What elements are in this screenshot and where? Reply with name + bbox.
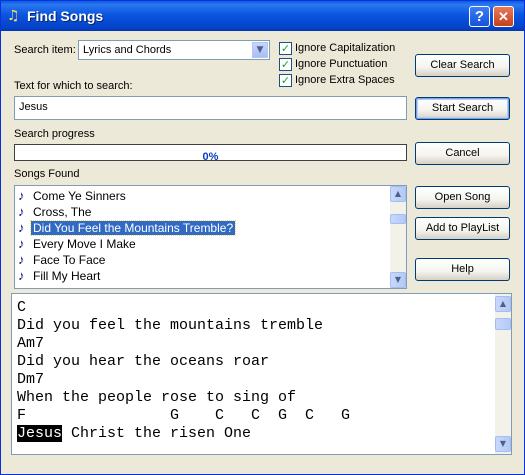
music-note-icon: ♪ <box>18 252 25 267</box>
song-title: Cross, The <box>33 205 92 219</box>
scroll-up-arrow-icon[interactable]: ▲ <box>495 296 511 312</box>
scroll-down-arrow-icon[interactable]: ▼ <box>495 436 511 452</box>
lyric-line: Dm7 <box>17 371 45 388</box>
music-note-icon: ♪ <box>18 188 25 203</box>
chevron-down-icon[interactable]: ▼ <box>252 42 268 58</box>
scroll-thumb[interactable] <box>495 318 511 330</box>
lyric-line: Did you hear the oceans roar <box>17 353 270 370</box>
help-button[interactable]: Help <box>415 258 510 281</box>
search-match-highlight: Jesus <box>17 425 63 442</box>
lyric-line: C <box>17 299 27 316</box>
add-to-playlist-button[interactable]: Add to PlayList <box>415 217 510 240</box>
help-title-button[interactable]: ? <box>469 6 490 27</box>
songs-list-scrollbar[interactable]: ▲ ▼ <box>390 186 406 288</box>
scroll-up-arrow-icon[interactable]: ▲ <box>390 186 406 202</box>
list-item[interactable]: ♪ Come Ye Sinners <box>18 188 388 204</box>
music-note-icon: ♪ <box>18 220 25 235</box>
music-note-icon: ♪ <box>18 236 25 251</box>
list-item-selected[interactable]: ♪ Did You Feel the Mountains Tremble? <box>18 220 388 236</box>
search-text-input[interactable]: Jesus <box>14 96 407 120</box>
title-bar: ♫ Find Songs ? ✕ <box>1 1 524 31</box>
scroll-thumb[interactable] <box>390 214 406 224</box>
song-title: Did You Feel the Mountains Tremble? <box>29 220 237 236</box>
search-text-label: Text for which to search: <box>14 80 133 92</box>
list-item[interactable]: ♪ Every Move I Make <box>18 236 388 252</box>
search-text-value: Jesus <box>19 101 48 113</box>
list-item[interactable]: ♪ Face To Face <box>18 252 388 268</box>
clear-search-button[interactable]: Clear Search <box>415 54 510 77</box>
open-song-button[interactable]: Open Song <box>415 186 510 209</box>
list-item[interactable]: ♪ Fill My Heart <box>18 268 388 284</box>
songs-found-label: Songs Found <box>14 168 80 180</box>
window-title: Find Songs <box>27 8 104 24</box>
search-item-value: Lyrics and Chords <box>83 44 172 56</box>
song-title: Every Move I Make <box>33 237 136 251</box>
ignore-extra-spaces-label: Ignore Extra Spaces <box>295 74 395 86</box>
scroll-down-arrow-icon[interactable]: ▼ <box>390 272 406 288</box>
lyric-line: Am7 <box>17 335 45 352</box>
ignore-capitalization-checkbox[interactable]: ✓ <box>279 42 292 55</box>
close-button[interactable]: ✕ <box>493 6 514 27</box>
song-title: Fill My Heart <box>33 269 101 283</box>
music-note-icon: ♪ <box>18 204 25 219</box>
lyric-line-match: Jesus Christ the risen One <box>17 425 251 443</box>
search-item-select[interactable]: Lyrics and Chords ▼ <box>78 40 270 60</box>
songs-found-list[interactable]: ♪ Come Ye Sinners ♪ Cross, The ♪ Did You Fe… <box>14 185 407 289</box>
ignore-capitalization-label: Ignore Capitalization <box>295 42 396 54</box>
chord-line: F G C C G C G <box>17 407 351 424</box>
start-search-button[interactable]: Start Search <box>415 97 510 120</box>
ignore-punctuation-checkbox[interactable]: ✓ <box>279 58 292 71</box>
music-note-icon: ♪ <box>18 268 25 283</box>
lyrics-preview[interactable]: C Did you feel the mountains tremble Am7… <box>11 293 512 455</box>
ignore-punctuation-label: Ignore Punctuation <box>295 58 388 70</box>
song-title: Face To Face <box>33 253 106 267</box>
search-progress-label: Search progress <box>14 128 95 140</box>
find-songs-window: ♫ Find Songs ? ✕ Search item: Lyrics and… <box>0 0 525 475</box>
list-item[interactable]: ♪ Cross, The <box>18 204 388 220</box>
ignore-extra-spaces-checkbox[interactable]: ✓ <box>279 74 292 87</box>
search-item-label: Search item: <box>14 44 76 56</box>
music-notes-icon: ♫ <box>7 8 20 24</box>
song-title: Come Ye Sinners <box>33 189 126 203</box>
lyrics-scrollbar[interactable]: ▲ ▼ <box>495 294 511 454</box>
lyric-line: Did you feel the mountains tremble <box>17 317 324 334</box>
search-progress-text: 0% <box>202 151 219 163</box>
cancel-button[interactable]: Cancel <box>415 142 510 165</box>
lyric-line-rest: Christ the risen One <box>62 425 252 442</box>
search-progress-bar: 0% <box>14 144 407 163</box>
lyric-line: When the people rose to sing of <box>17 389 297 406</box>
